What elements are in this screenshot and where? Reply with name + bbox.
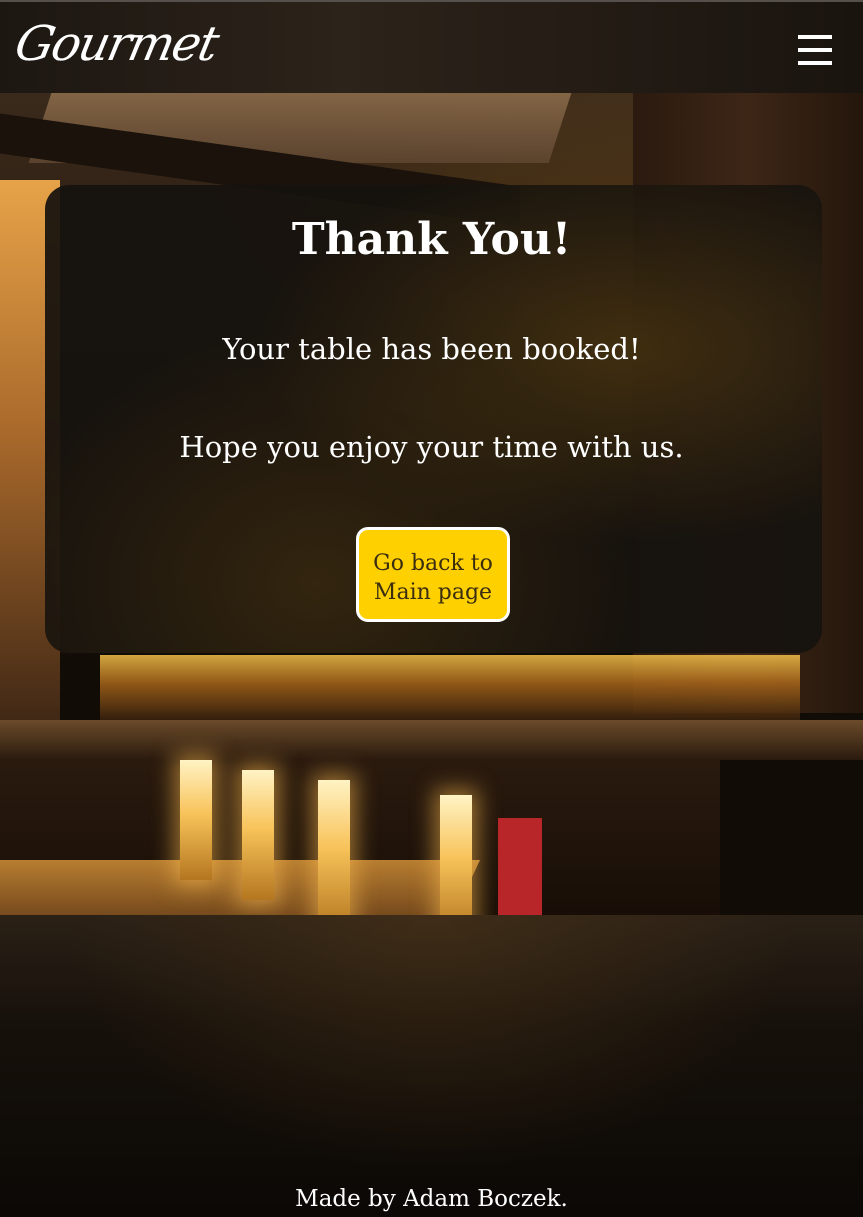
lit-pillar <box>180 760 212 880</box>
back-to-main-page-button[interactable]: Go back to Main page <box>356 527 510 622</box>
bar-shelf <box>100 655 800 725</box>
footer-credit: Made by Adam Boczek. <box>295 1186 568 1212</box>
booking-confirmed-message: Your table has been booked! <box>222 332 641 366</box>
lit-pillar <box>242 770 274 900</box>
enjoy-time-message: Hope you enjoy your time with us. <box>179 430 684 464</box>
bar-poster <box>498 818 542 923</box>
lit-pillar <box>318 780 350 930</box>
bar-counter-top <box>0 720 863 760</box>
table-top <box>0 915 863 1217</box>
thank-you-title: Thank You! <box>291 214 572 265</box>
lit-pillar <box>440 795 472 935</box>
site-header: Gourmet <box>0 0 863 93</box>
gourmet-logo[interactable]: Gourmet <box>10 16 222 72</box>
hamburger-menu-icon[interactable] <box>798 35 832 65</box>
